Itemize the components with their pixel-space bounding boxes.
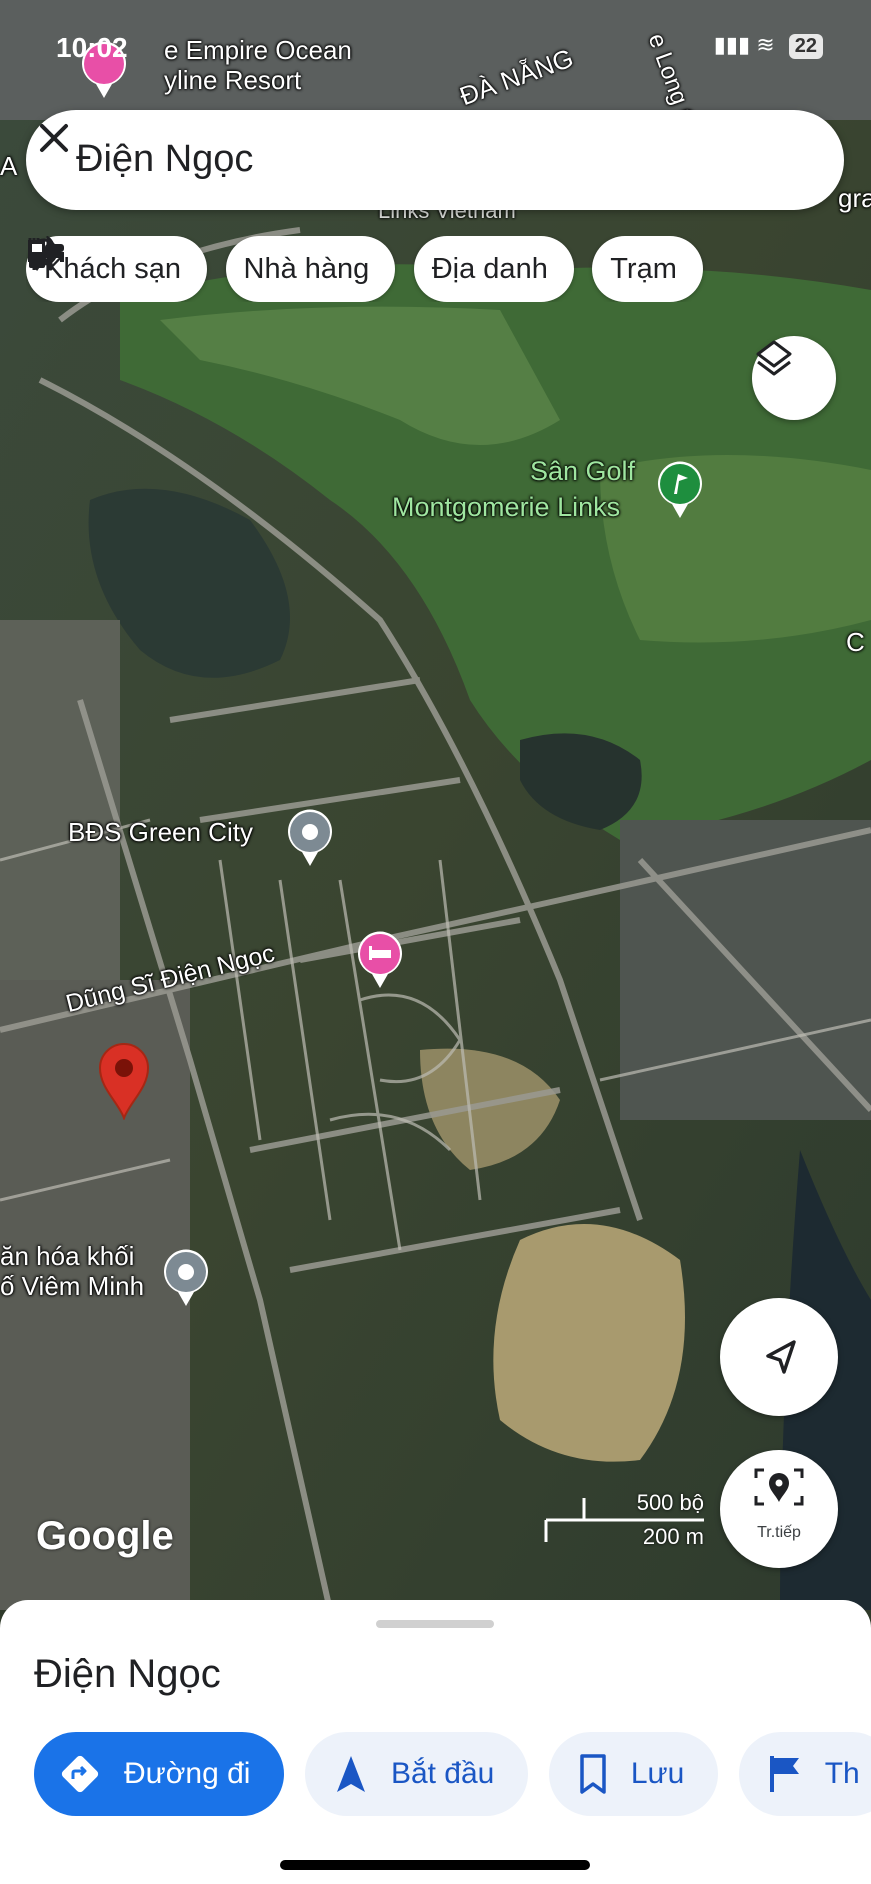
category-chips: Khách sạn Nhà hàng Địa danh Trạm bbox=[26, 236, 871, 302]
start-label: Bắt đầu bbox=[390, 1757, 495, 1790]
satellite-map[interactable]: e Empire Ocean yline Resort ĐÀ NẴNG e Lo… bbox=[0, 0, 871, 1610]
directions-button[interactable]: Đường đi bbox=[34, 1732, 285, 1816]
chip-label: Trạm bbox=[610, 252, 677, 285]
directions-label: Đường đi bbox=[124, 1757, 251, 1790]
layers-icon bbox=[756, 340, 792, 376]
home-indicator[interactable] bbox=[280, 1860, 590, 1870]
save-button[interactable]: Lưu bbox=[548, 1732, 719, 1816]
battery-icon: 22 bbox=[788, 34, 823, 59]
wifi-icon: ≋ bbox=[756, 32, 775, 57]
flag-icon bbox=[769, 1756, 799, 1792]
culture-label-line1: ăn hóa khối bbox=[0, 1241, 135, 1271]
more-label: Th bbox=[824, 1757, 860, 1790]
status-icons: ▮▮▮ ≋ 22 bbox=[714, 32, 823, 59]
map-label-green-city[interactable]: BĐS Green City bbox=[68, 817, 253, 848]
live-view-button[interactable]: Tr.tiếp bbox=[720, 1450, 838, 1568]
place-title: Điện Ngọc bbox=[34, 1652, 221, 1696]
live-view-label: Tr.tiếp bbox=[757, 1524, 801, 1541]
directions-icon bbox=[61, 1755, 99, 1793]
golf-course-pin-icon[interactable] bbox=[654, 460, 706, 520]
start-button[interactable]: Bắt đầu bbox=[304, 1732, 529, 1816]
signal-icon: ▮▮▮ bbox=[713, 32, 751, 57]
hotel-pin-icon[interactable] bbox=[354, 930, 406, 990]
google-logo: Google bbox=[36, 1514, 174, 1558]
chip-gas-stations[interactable]: Trạm bbox=[29, 236, 703, 302]
gas-station-icon bbox=[29, 240, 53, 271]
map-label-edge-a: A bbox=[0, 151, 18, 181]
map-scale: 500 bộ 200 m bbox=[544, 1490, 704, 1550]
selected-location-pin-icon[interactable] bbox=[96, 1040, 152, 1120]
my-location-button[interactable] bbox=[720, 1298, 838, 1416]
scale-bar bbox=[544, 1498, 704, 1542]
chip-restaurants[interactable]: Nhà hàng bbox=[28, 236, 396, 302]
chip-landmarks[interactable]: Địa danh bbox=[30, 236, 574, 302]
place-pin-icon[interactable] bbox=[160, 1248, 212, 1308]
layers-button[interactable] bbox=[752, 336, 836, 420]
navigation-arrow-icon bbox=[336, 1756, 365, 1792]
map-label-golf[interactable]: Sân Golf bbox=[530, 456, 635, 487]
search-bar[interactable]: Điện Ngọc bbox=[26, 110, 844, 210]
search-query[interactable]: Điện Ngọc bbox=[76, 138, 253, 181]
culture-label-line2: ố Viêm Minh bbox=[0, 1270, 145, 1301]
map-label-golf-line2[interactable]: Montgomerie Links bbox=[392, 492, 620, 523]
more-button[interactable]: Th bbox=[738, 1732, 871, 1816]
live-view-pin-icon bbox=[754, 1468, 804, 1506]
chip-label: Địa danh bbox=[431, 252, 548, 285]
status-bar: 10:02 ▮▮▮ ≋ 22 bbox=[0, 28, 871, 68]
place-pin-icon[interactable] bbox=[284, 808, 336, 868]
map-label-culture[interactable]: ăn hóa khối ố Viêm Minh bbox=[0, 1241, 145, 1302]
resort-label-line2: yline Resort bbox=[164, 64, 302, 95]
location-arrow-icon bbox=[766, 1340, 796, 1374]
map-label-edge-c: C bbox=[846, 627, 865, 657]
place-bottom-sheet[interactable]: Điện Ngọc Đường đi Bắt đầu Lưu Th bbox=[0, 1600, 871, 1884]
golf-label-line1: Sân Golf bbox=[530, 456, 636, 486]
close-icon[interactable] bbox=[26, 110, 82, 166]
chip-label: Nhà hàng bbox=[243, 252, 370, 285]
bookmark-icon bbox=[580, 1754, 606, 1794]
save-label: Lưu bbox=[630, 1757, 685, 1790]
map-label-gram: gram bbox=[838, 183, 871, 213]
sheet-drag-handle[interactable] bbox=[376, 1620, 494, 1628]
place-actions: Đường đi Bắt đầu Lưu Th bbox=[34, 1732, 871, 1816]
status-time: 10:02 bbox=[56, 32, 128, 63]
